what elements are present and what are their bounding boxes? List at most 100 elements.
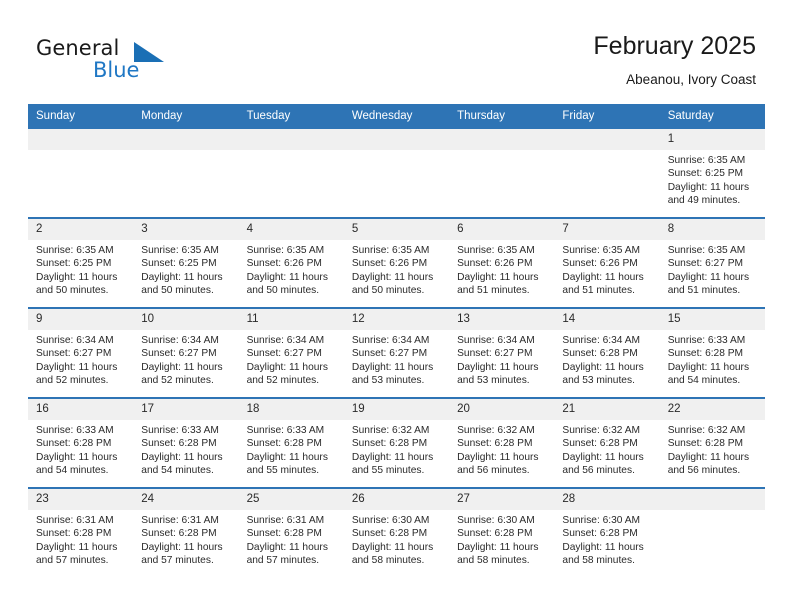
daylight-text-line2: and 54 minutes.	[667, 375, 741, 387]
sunrise-text: Sunrise: 6:30 AM	[457, 515, 535, 526]
sunrise-text: Sunrise: 6:31 AM	[141, 515, 219, 526]
day-details: Sunrise: 6:32 AM Sunset: 6:28 PM Daylight:…	[449, 420, 554, 478]
sunset-text: Sunset: 6:28 PM	[562, 348, 638, 360]
calendar-day-cell[interactable]: 17 Sunrise: 6:33 AM Sunset: 6:28 PM Dayligh…	[133, 397, 239, 488]
day-details: Sunrise: 6:35 AM Sunset: 6:27 PM Daylight:…	[660, 240, 765, 298]
daylight-text-line2: and 58 minutes.	[351, 555, 425, 567]
weekday-header-saturday: Saturday	[659, 104, 765, 129]
calendar-day-cell[interactable]: 26 Sunrise: 6:30 AM Sunset: 6:28 PM Dayligh…	[343, 487, 450, 577]
calendar-day-cell[interactable]: 16 Sunrise: 6:33 AM Sunset: 6:28 PM Dayligh…	[28, 397, 134, 488]
weekday-header-monday: Monday	[133, 104, 239, 129]
sunrise-text: Sunrise: 6:34 AM	[351, 335, 430, 346]
sunset-text: Sunset: 6:28 PM	[667, 438, 744, 450]
calendar-day-cell[interactable]: 19 Sunrise: 6:32 AM Sunset: 6:28 PM Dayligh…	[343, 397, 450, 488]
calendar-day-cell[interactable]: 15 Sunrise: 6:33 AM Sunset: 6:28 PM Dayligh…	[659, 307, 765, 398]
daylight-text-line2: and 58 minutes.	[562, 555, 635, 567]
daylight-text-line1: Daylight: 11 hours	[141, 541, 223, 553]
calendar-day-cell[interactable]: 2 Sunrise: 6:35 AM Sunset: 6:25 PM Daylight…	[28, 217, 134, 308]
sunrise-text: Sunrise: 6:31 AM	[36, 515, 114, 526]
daylight-text-line1: Daylight: 11 hours	[351, 271, 434, 283]
daylight-text-line2: and 52 minutes.	[246, 375, 320, 387]
daylight-text-line1: Daylight: 11 hours	[667, 181, 750, 193]
day-details: Sunrise: 6:30 AM Sunset: 6:28 PM Daylight:…	[554, 510, 659, 568]
calendar-header-row: Sunday Monday Tuesday Wednesday Thursday…	[28, 104, 765, 129]
day-number	[28, 129, 134, 150]
brand-name-general: General	[36, 36, 120, 60]
daylight-text-line1: Daylight: 11 hours	[36, 271, 118, 283]
daylight-text-line1: Daylight: 11 hours	[141, 271, 223, 283]
daylight-text-line1: Daylight: 11 hours	[457, 271, 539, 283]
triangle-flag-icon	[132, 40, 166, 64]
calendar-day-cell-empty	[449, 129, 555, 218]
calendar-day-cell[interactable]: 10 Sunrise: 6:34 AM Sunset: 6:27 PM Dayligh…	[133, 307, 239, 398]
daylight-text-line2: and 56 minutes.	[667, 465, 741, 477]
day-number: 6	[449, 219, 555, 240]
calendar-day-cell[interactable]: 24 Sunrise: 6:31 AM Sunset: 6:28 PM Dayligh…	[133, 487, 239, 577]
day-details: Sunrise: 6:35 AM Sunset: 6:25 PM Daylight:…	[133, 240, 238, 298]
day-number: 13	[449, 309, 555, 330]
sunset-text: Sunset: 6:26 PM	[562, 258, 638, 270]
weekday-header-tuesday: Tuesday	[238, 104, 344, 129]
calendar-day-cell[interactable]: 12 Sunrise: 6:34 AM Sunset: 6:27 PM Dayligh…	[343, 307, 450, 398]
calendar-day-cell[interactable]: 25 Sunrise: 6:31 AM Sunset: 6:28 PM Dayligh…	[238, 487, 344, 577]
sunrise-text: Sunrise: 6:35 AM	[667, 155, 746, 166]
sunrise-text: Sunrise: 6:32 AM	[351, 425, 430, 436]
daylight-text-line2: and 53 minutes.	[562, 375, 635, 387]
sunrise-text: Sunrise: 6:35 AM	[351, 245, 430, 256]
day-number: 19	[343, 399, 450, 420]
calendar-day-cell[interactable]: 3 Sunrise: 6:35 AM Sunset: 6:25 PM Daylight…	[133, 217, 239, 308]
calendar-day-cell[interactable]: 28 Sunrise: 6:30 AM Sunset: 6:28 PM Dayligh…	[554, 487, 660, 577]
sunrise-text: Sunrise: 6:33 AM	[141, 425, 219, 436]
day-number	[659, 489, 765, 510]
calendar-day-cell[interactable]: 1 Sunrise: 6:35 AM Sunset: 6:25 PM Daylight…	[659, 129, 765, 218]
daylight-text-line1: Daylight: 11 hours	[562, 361, 644, 373]
day-details: Sunrise: 6:35 AM Sunset: 6:26 PM Daylight:…	[554, 240, 659, 298]
day-number: 21	[554, 399, 660, 420]
calendar-day-cell[interactable]: 20 Sunrise: 6:32 AM Sunset: 6:28 PM Dayligh…	[449, 397, 555, 488]
calendar-week-row: 1 Sunrise: 6:35 AM Sunset: 6:25 PM Daylight…	[28, 129, 765, 218]
day-details: Sunrise: 6:33 AM Sunset: 6:28 PM Daylight:…	[133, 420, 238, 478]
daylight-text-line2: and 58 minutes.	[457, 555, 530, 567]
calendar-day-cell[interactable]: 21 Sunrise: 6:32 AM Sunset: 6:28 PM Dayligh…	[554, 397, 660, 488]
day-number: 8	[659, 219, 765, 240]
sunset-text: Sunset: 6:27 PM	[667, 258, 744, 270]
daylight-text-line2: and 50 minutes.	[351, 285, 425, 297]
day-number: 7	[554, 219, 660, 240]
calendar-day-cell[interactable]: 7 Sunrise: 6:35 AM Sunset: 6:26 PM Daylight…	[554, 217, 660, 308]
daylight-text-line2: and 55 minutes.	[246, 465, 320, 477]
sunrise-text: Sunrise: 6:34 AM	[141, 335, 219, 346]
weekday-header-thursday: Thursday	[449, 104, 555, 129]
calendar-day-cell[interactable]: 4 Sunrise: 6:35 AM Sunset: 6:26 PM Daylight…	[238, 217, 344, 308]
weekday-header-sunday: Sunday	[28, 104, 134, 129]
calendar-week-row: 16 Sunrise: 6:33 AM Sunset: 6:28 PM Dayligh…	[28, 397, 765, 488]
calendar-week-row: 23 Sunrise: 6:31 AM Sunset: 6:28 PM Dayligh…	[28, 487, 765, 577]
day-number: 14	[554, 309, 660, 330]
day-details: Sunrise: 6:33 AM Sunset: 6:28 PM Daylight:…	[239, 420, 344, 478]
daylight-text-line1: Daylight: 11 hours	[667, 361, 750, 373]
sunset-text: Sunset: 6:27 PM	[457, 348, 533, 360]
calendar-day-cell[interactable]: 23 Sunrise: 6:31 AM Sunset: 6:28 PM Dayligh…	[28, 487, 134, 577]
calendar-day-cell[interactable]: 14 Sunrise: 6:34 AM Sunset: 6:28 PM Dayligh…	[554, 307, 660, 398]
calendar-day-cell-empty	[238, 129, 344, 218]
day-number: 27	[449, 489, 555, 510]
day-details: Sunrise: 6:35 AM Sunset: 6:25 PM Daylight:…	[660, 150, 765, 208]
calendar-day-cell[interactable]: 8 Sunrise: 6:35 AM Sunset: 6:27 PM Daylight…	[659, 217, 765, 308]
calendar-day-cell[interactable]: 5 Sunrise: 6:35 AM Sunset: 6:26 PM Daylight…	[343, 217, 450, 308]
calendar-day-cell[interactable]: 22 Sunrise: 6:32 AM Sunset: 6:28 PM Dayligh…	[659, 397, 765, 488]
calendar-day-cell[interactable]: 11 Sunrise: 6:34 AM Sunset: 6:27 PM Dayligh…	[238, 307, 344, 398]
day-details: Sunrise: 6:34 AM Sunset: 6:27 PM Daylight:…	[239, 330, 344, 388]
calendar-day-cell[interactable]: 18 Sunrise: 6:33 AM Sunset: 6:28 PM Dayligh…	[238, 397, 344, 488]
day-number	[343, 129, 450, 150]
sunrise-text: Sunrise: 6:34 AM	[562, 335, 640, 346]
day-details: Sunrise: 6:32 AM Sunset: 6:28 PM Daylight:…	[660, 420, 765, 478]
daylight-text-line2: and 53 minutes.	[457, 375, 530, 387]
brand-logo[interactable]: General Blue	[36, 36, 216, 88]
daylight-text-line2: and 49 minutes.	[667, 195, 741, 207]
calendar-day-cell[interactable]: 27 Sunrise: 6:30 AM Sunset: 6:28 PM Dayligh…	[449, 487, 555, 577]
day-details: Sunrise: 6:33 AM Sunset: 6:28 PM Daylight:…	[28, 420, 133, 478]
calendar-day-cell[interactable]: 6 Sunrise: 6:35 AM Sunset: 6:26 PM Daylight…	[449, 217, 555, 308]
daylight-text-line1: Daylight: 11 hours	[36, 361, 118, 373]
calendar-day-cell[interactable]: 9 Sunrise: 6:34 AM Sunset: 6:27 PM Daylight…	[28, 307, 134, 398]
calendar-day-cell[interactable]: 13 Sunrise: 6:34 AM Sunset: 6:27 PM Dayligh…	[449, 307, 555, 398]
day-number: 10	[133, 309, 239, 330]
